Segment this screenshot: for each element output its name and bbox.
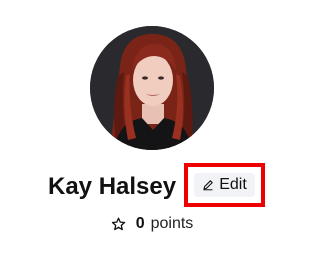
user-name: Kay Halsey	[48, 173, 177, 200]
points-label: points	[150, 215, 194, 232]
profile-card: Kay Halsey Edit 0 points	[0, 0, 304, 269]
name-row: Kay Halsey Edit	[0, 163, 304, 211]
edit-profile-button[interactable]: Edit	[194, 173, 255, 197]
star-outline-icon	[111, 217, 126, 232]
points-count: 0	[135, 215, 145, 232]
pencil-icon	[202, 179, 214, 191]
points-row: 0 points	[0, 212, 304, 236]
avatar	[90, 26, 214, 150]
edit-button-highlight: Edit	[184, 163, 265, 207]
avatar-photo	[90, 26, 214, 150]
edit-button-label: Edit	[219, 176, 247, 193]
